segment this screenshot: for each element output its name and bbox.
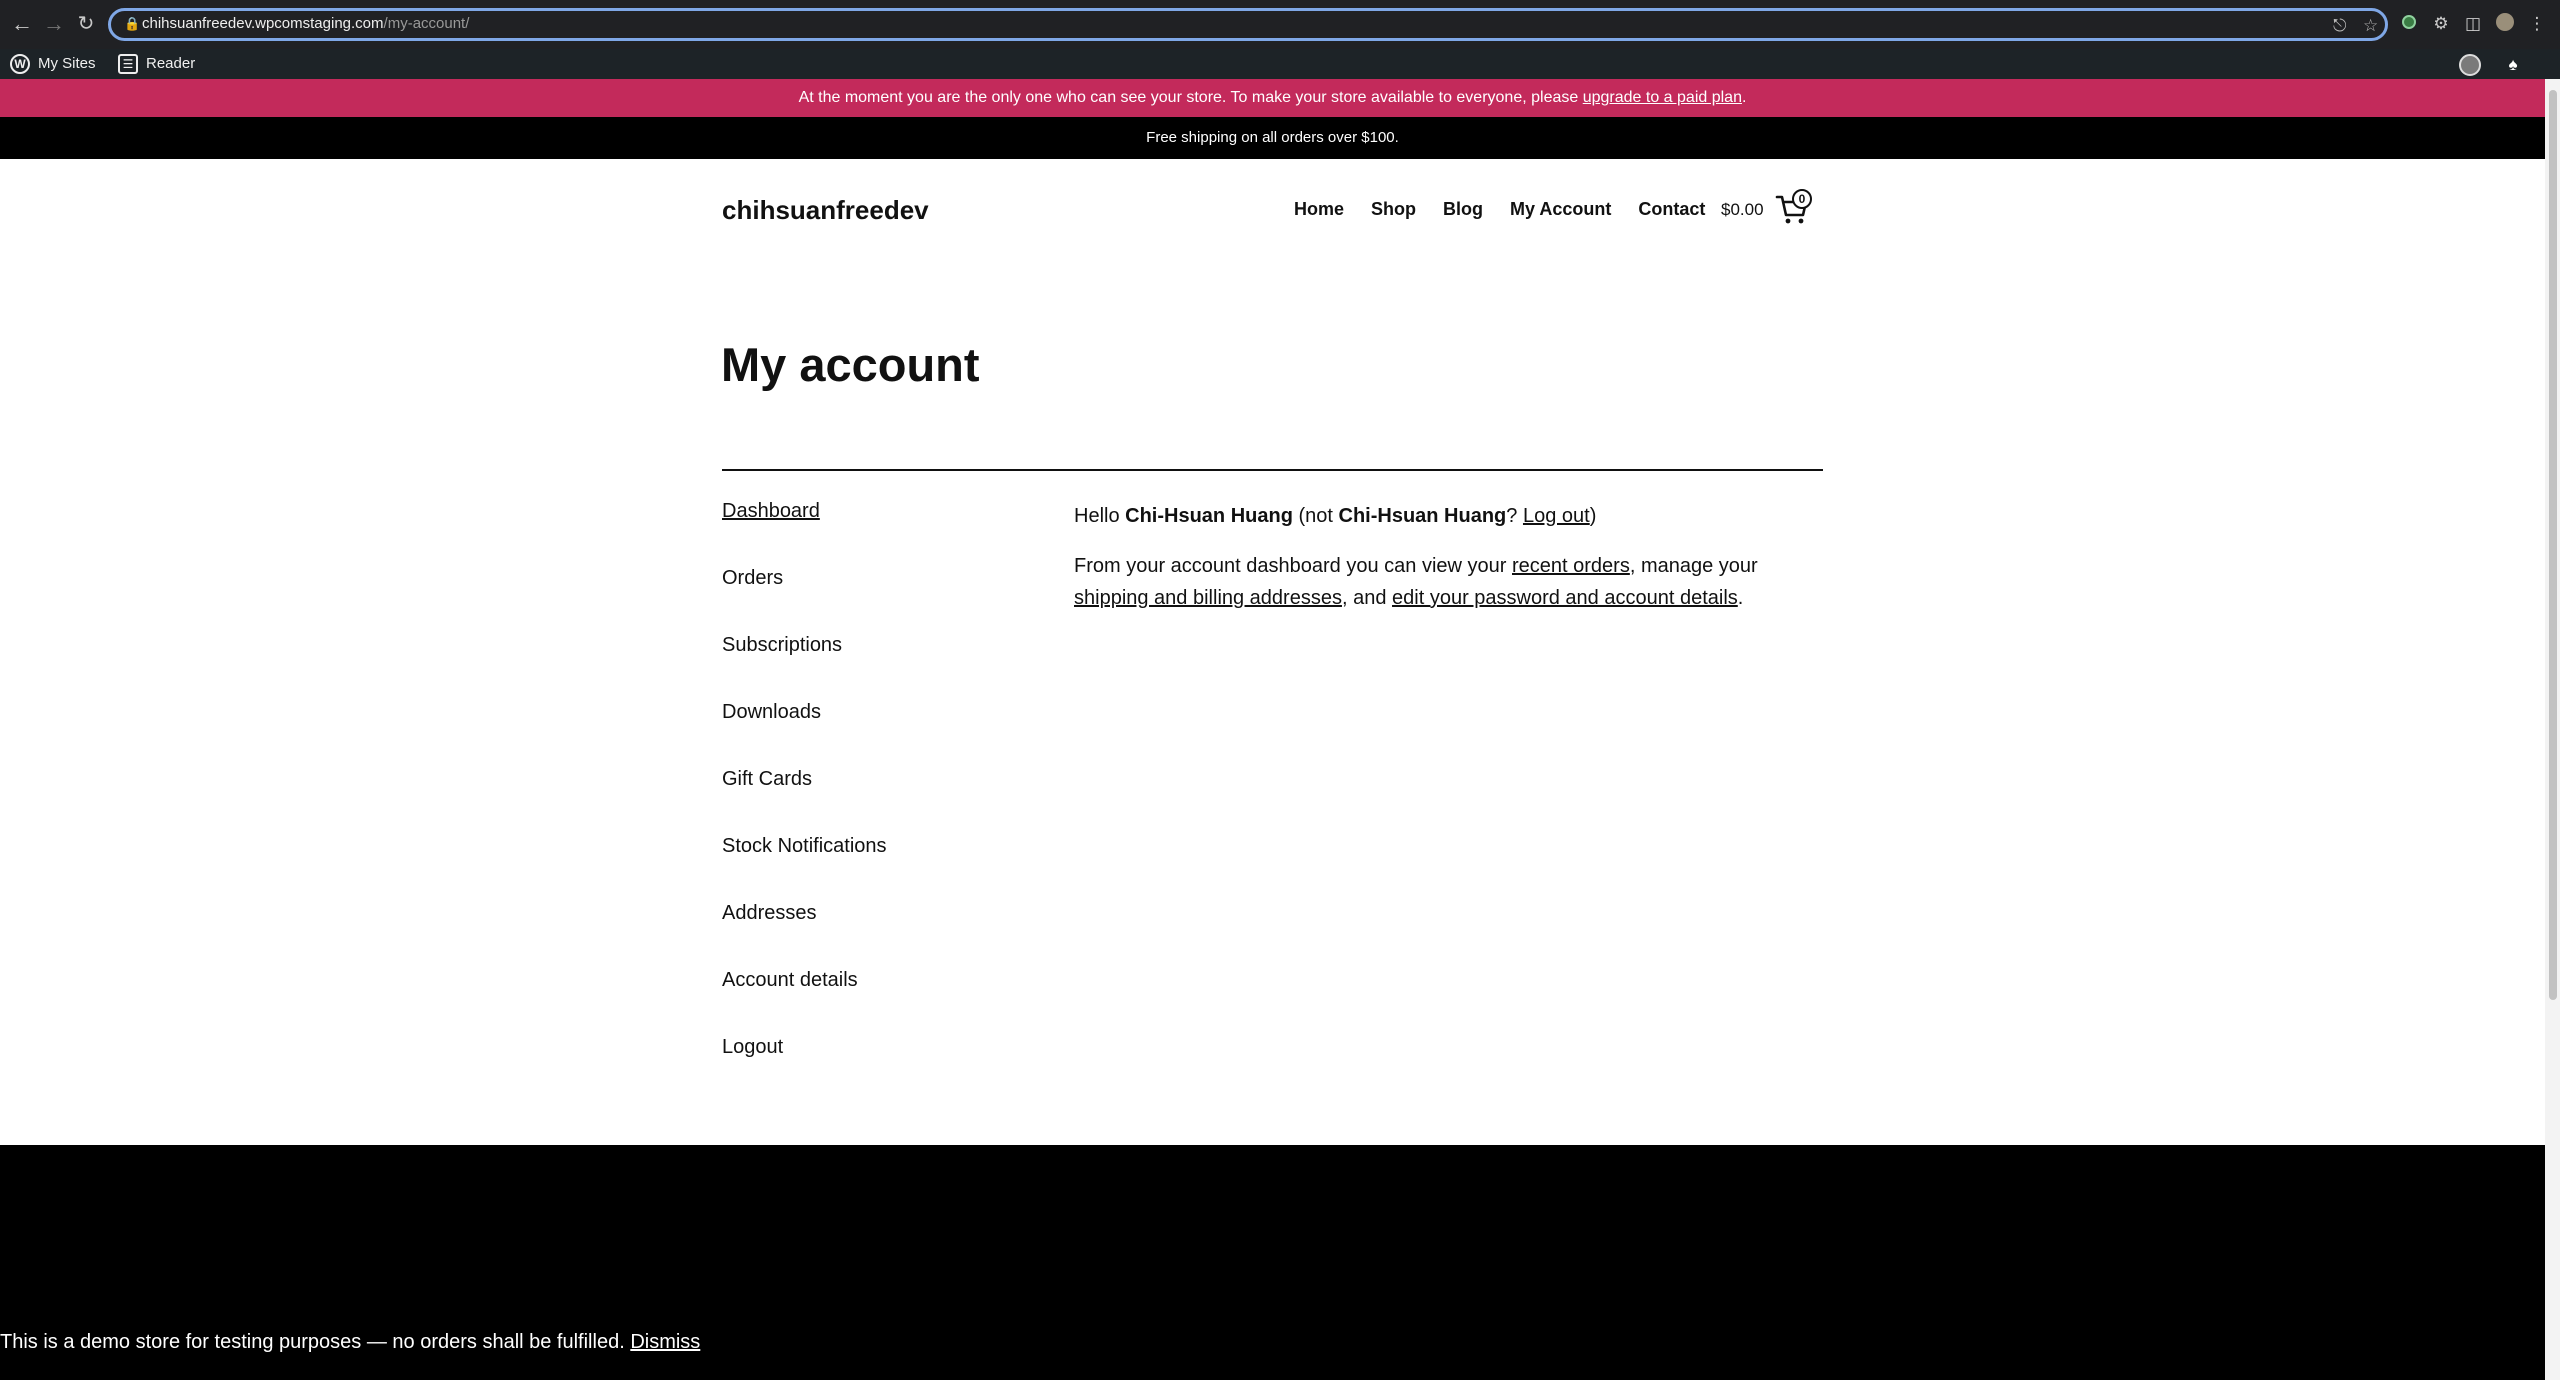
account-nav-subscriptions[interactable]: Subscriptions bbox=[722, 634, 887, 701]
addresses-link[interactable]: shipping and billing addresses bbox=[1074, 587, 1342, 609]
account-nav-account-details[interactable]: Account details bbox=[722, 969, 887, 1036]
account-nav-logout[interactable]: Logout bbox=[722, 1036, 887, 1103]
url-text: chihsuanfreedev.wpcomstaging.com/my-acco… bbox=[142, 15, 470, 32]
my-sites-button[interactable]: W My Sites bbox=[10, 54, 96, 75]
nav-shop[interactable]: Shop bbox=[1371, 199, 1416, 220]
site-title[interactable]: chihsuanfreedev bbox=[722, 195, 929, 226]
account-navigation: Dashboard Orders Subscriptions Downloads… bbox=[722, 500, 887, 1103]
logout-link[interactable]: Log out bbox=[1523, 505, 1590, 527]
browser-toolbar: ← → ↻ 🔒 chihsuanfreedev.wpcomstaging.com… bbox=[0, 0, 2560, 49]
wordpress-icon: W bbox=[10, 54, 30, 75]
scrollbar-thumb[interactable] bbox=[2549, 90, 2557, 1000]
shipping-banner: Free shipping on all orders over $100. bbox=[0, 117, 2545, 159]
wp-admin-bar: W My Sites ☰ Reader ♠ bbox=[0, 49, 2560, 79]
user-avatar[interactable] bbox=[2459, 54, 2481, 76]
nav-contact[interactable]: Contact bbox=[1638, 199, 1705, 220]
cart-total[interactable]: $0.00 bbox=[1721, 200, 1764, 220]
bookmark-star-icon[interactable]: ☆ bbox=[2363, 16, 2378, 36]
dismiss-link[interactable]: Dismiss bbox=[630, 1331, 700, 1353]
divider bbox=[722, 469, 1823, 471]
upgrade-plan-link[interactable]: upgrade to a paid plan bbox=[1583, 89, 1742, 106]
account-nav-dashboard[interactable]: Dashboard bbox=[722, 500, 887, 567]
reload-icon[interactable]: ↻ bbox=[72, 10, 100, 38]
account-nav-orders[interactable]: Orders bbox=[722, 567, 887, 634]
account-nav-stock-notifications[interactable]: Stock Notifications bbox=[722, 835, 887, 902]
dashboard-intro: From your account dashboard you can view… bbox=[1074, 555, 1758, 609]
account-nav-downloads[interactable]: Downloads bbox=[722, 701, 887, 768]
side-panel-icon[interactable]: ◫ bbox=[2462, 13, 2484, 35]
account-details-link[interactable]: edit your password and account details bbox=[1392, 587, 1738, 609]
extension-green-icon[interactable] bbox=[2398, 13, 2420, 35]
notifications-bell-icon[interactable]: ♠ bbox=[2502, 54, 2524, 76]
page-title: My account bbox=[721, 338, 980, 391]
reader-button[interactable]: ☰ Reader bbox=[118, 54, 195, 75]
main-navigation: Home Shop Blog My Account Contact bbox=[1294, 199, 1705, 220]
nav-home[interactable]: Home bbox=[1294, 199, 1344, 220]
cart-count-badge: 0 bbox=[1792, 189, 1812, 209]
user-name: Chi-Hsuan Huang bbox=[1125, 505, 1293, 527]
recent-orders-link[interactable]: recent orders bbox=[1512, 555, 1630, 577]
extensions-puzzle-icon[interactable]: ⚙ bbox=[2430, 13, 2452, 35]
lock-icon: 🔒 bbox=[124, 16, 141, 31]
share-icon[interactable]: ⎋ bbox=[2333, 16, 2346, 36]
nav-my-account[interactable]: My Account bbox=[1510, 199, 1611, 220]
back-icon[interactable]: ← bbox=[8, 10, 36, 38]
private-store-notice: At the moment you are the only one who c… bbox=[0, 79, 2545, 117]
account-nav-addresses[interactable]: Addresses bbox=[722, 902, 887, 969]
account-nav-gift-cards[interactable]: Gift Cards bbox=[722, 768, 887, 835]
forward-icon[interactable]: → bbox=[40, 10, 68, 38]
address-bar[interactable]: 🔒 chihsuanfreedev.wpcomstaging.com/my-ac… bbox=[108, 8, 2388, 41]
demo-store-notice: This is a demo store for testing purpose… bbox=[0, 1331, 701, 1353]
menu-icon[interactable]: ⋮ bbox=[2526, 13, 2548, 35]
nav-blog[interactable]: Blog bbox=[1443, 199, 1483, 220]
reader-icon: ☰ bbox=[118, 54, 138, 75]
dashboard-content: Hello Chi-Hsuan Huang (not Chi-Hsuan Hua… bbox=[1074, 500, 1834, 632]
greeting: Hello Chi-Hsuan Huang (not Chi-Hsuan Hua… bbox=[1074, 505, 1597, 527]
profile-avatar-icon[interactable] bbox=[2494, 13, 2516, 35]
